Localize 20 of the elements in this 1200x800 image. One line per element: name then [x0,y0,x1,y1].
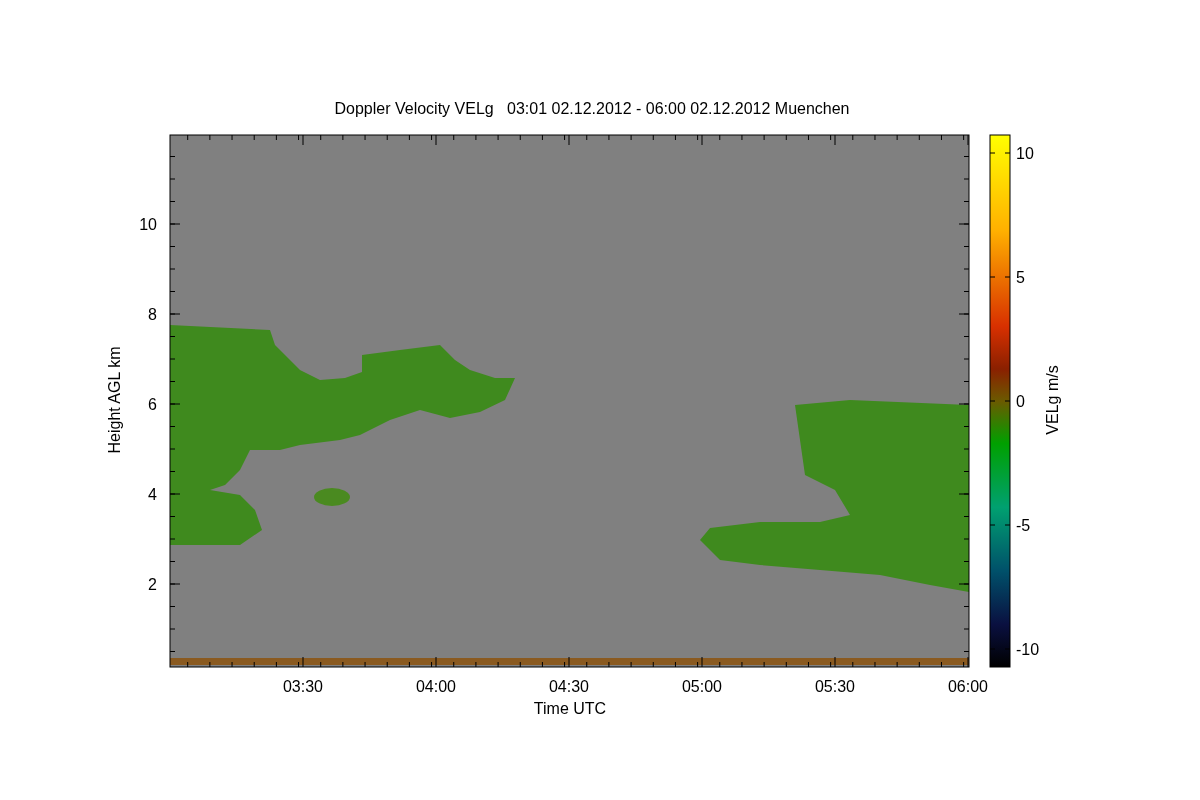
x-tick-label: 05:00 [682,678,722,695]
colorbar-tick-label: 5 [1016,269,1025,286]
x-tick-label: 04:30 [549,678,589,695]
colorbar-tick-label: 10 [1016,145,1034,162]
colorbar-label: VELg m/s [1044,365,1061,435]
y-axis-label: Height AGL km [106,346,123,454]
x-tick-label: 05:30 [815,678,855,695]
x-tick-label: 06:00 [948,678,988,695]
y-tick-label: 2 [148,576,157,593]
y-tick-label: 10 [139,216,157,233]
colorbar-tick-label: -5 [1016,517,1031,534]
chart-title: Doppler Velocity VELg 03:01 02.12.2012 - 06:00 02.12.2012 Muenchen [334,100,850,117]
y-tick-label: 8 [148,306,157,323]
colorbar-tick-label: 0 [1016,393,1025,410]
y-tick-label: 6 [148,396,157,413]
x-tick-label: 03:30 [283,678,323,695]
colorbar-tick-label: -10 [1016,641,1040,658]
y-tick-label: 4 [148,486,157,503]
x-axis-label: Time UTC [533,700,607,717]
x-tick-label: 04:00 [416,678,456,695]
